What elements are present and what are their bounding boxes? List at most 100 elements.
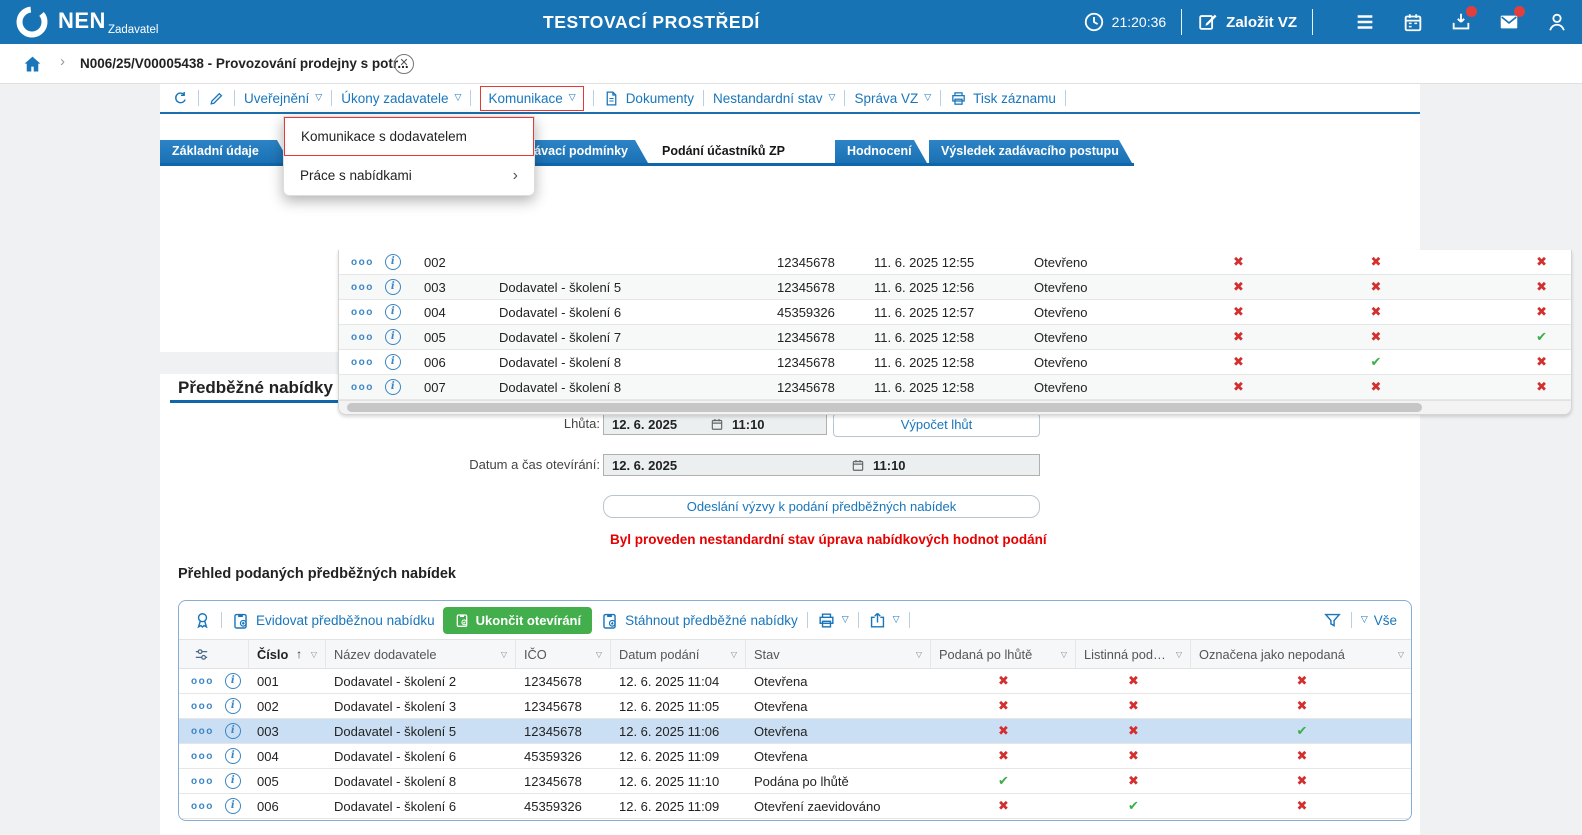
row-menu-icon[interactable]: ooo — [351, 307, 374, 318]
filter-chevron-icon[interactable]: ▽ — [1061, 650, 1067, 659]
inbox-button[interactable] — [1450, 11, 1472, 33]
tab-hodnocen-[interactable]: Hodnocení — [835, 140, 927, 163]
cell-status: Otevřena — [746, 724, 931, 739]
filter-button[interactable] — [1323, 611, 1342, 630]
lhuta-input[interactable]: 12. 6. 2025 11:10 — [603, 413, 827, 435]
info-icon[interactable]: i — [225, 673, 241, 689]
row-menu-icon[interactable]: ooo — [351, 382, 374, 393]
table-row[interactable]: oooi001Dodavatel - školení 21234567812. … — [179, 669, 1411, 694]
award-button[interactable] — [193, 611, 212, 630]
calendar-icon[interactable] — [851, 458, 865, 472]
lhuta-time-value[interactable]: 11:10 — [724, 417, 765, 432]
filter-chevron-icon[interactable]: ▽ — [1398, 650, 1404, 659]
row-menu-icon[interactable]: ooo — [191, 701, 214, 712]
edit-record-button[interactable] — [208, 90, 225, 107]
table-row[interactable]: oooi0021234567811. 6. 2025 12:55Otevřeno… — [339, 250, 1571, 275]
toolbar-item--kony-zadavatele[interactable]: Úkony zadavatele▽ — [341, 91, 461, 106]
column-header--slo[interactable]: Číslo↑▽ — [249, 640, 326, 668]
filter-chevron-icon[interactable]: ▽ — [916, 650, 922, 659]
calendar-icon[interactable] — [710, 417, 724, 431]
row-menu-icon[interactable]: ooo — [351, 257, 374, 268]
evidovat-nabidku-button[interactable]: Evidovat předběžnou nabídku — [231, 611, 435, 630]
toolbar-item-tisk-z-znamu[interactable]: Tisk záznamu — [950, 90, 1056, 107]
filter-chevron-icon[interactable]: ▽ — [501, 650, 507, 659]
menu-item-prace-s-nabidkami[interactable]: Práce s nabídkami › — [284, 156, 534, 195]
toolbar-item-komunikace[interactable]: Komunikace▽ — [480, 86, 583, 111]
info-icon[interactable]: i — [225, 748, 241, 764]
table-row[interactable]: oooi004Dodavatel - školení 64535932612. … — [179, 744, 1411, 769]
tab-pod-n-astn-k-zp[interactable]: Podání účastníků ZP — [650, 140, 833, 163]
table-row[interactable]: oooi005Dodavatel - školení 81234567812. … — [179, 769, 1411, 794]
info-icon[interactable]: i — [225, 773, 241, 789]
column-header-i-o[interactable]: IČO▽ — [516, 640, 611, 668]
row-menu-icon[interactable]: ooo — [191, 751, 214, 762]
column-header-podan-po-lh-t-[interactable]: Podaná po lhůtě▽ — [931, 640, 1076, 668]
toolbar-item-spr-va-vz[interactable]: Správa VZ▽ — [854, 91, 931, 106]
info-icon[interactable]: i — [225, 723, 241, 739]
info-icon[interactable]: i — [385, 329, 401, 345]
lhuta-date-value[interactable]: 12. 6. 2025 — [604, 417, 710, 432]
user-profile-button[interactable] — [1546, 11, 1568, 33]
toolbar-item-uve-ejn-n-[interactable]: Uveřejnění▽ — [244, 91, 322, 106]
table-row[interactable]: oooi006Dodavatel - školení 64535932612. … — [179, 794, 1411, 819]
row-menu-icon[interactable]: ooo — [191, 801, 214, 812]
scrollbar-thumb[interactable] — [347, 403, 1422, 412]
table-row[interactable]: oooi006Dodavatel - školení 81234567811. … — [339, 350, 1571, 375]
table-row[interactable]: oooi002Dodavatel - školení 31234567812. … — [179, 694, 1411, 719]
breadcrumb-item[interactable]: N006/25/V00005438 - Provozování prodejny… — [80, 56, 409, 71]
row-menu-icon[interactable]: ooo — [351, 332, 374, 343]
toolbar-item-dokumenty[interactable]: Dokumenty — [603, 90, 694, 107]
datum-date-value[interactable]: 12. 6. 2025 — [604, 458, 851, 473]
table-row[interactable]: oooi004Dodavatel - školení 64535932611. … — [339, 300, 1571, 325]
table-row[interactable]: oooi005Dodavatel - školení 71234567811. … — [339, 325, 1571, 350]
close-record-icon[interactable]: ✕ — [394, 54, 414, 74]
messages-button[interactable] — [1498, 11, 1520, 33]
ukoncit-oteviran-button[interactable]: Ukončit otevírání — [443, 607, 592, 634]
view-all-selector[interactable]: ▽ Vše — [1361, 613, 1397, 628]
toolbar-item-nestandardn-stav[interactable]: Nestandardní stav▽ — [713, 91, 835, 106]
stahnout-nabidky-button[interactable]: Stáhnout předběžné nabídky — [600, 611, 798, 630]
column-chooser-button[interactable] — [179, 640, 249, 668]
create-vz-button[interactable]: Založit VZ — [1197, 11, 1297, 33]
info-icon[interactable]: i — [385, 354, 401, 370]
info-icon[interactable]: i — [385, 254, 401, 270]
horizontal-scrollbar[interactable] — [339, 400, 1571, 414]
row-menu-icon[interactable]: ooo — [191, 776, 214, 787]
menu-item-komunikace-s-dodavatelem[interactable]: Komunikace s dodavatelem — [284, 117, 534, 156]
nen-logo[interactable]: NEN Zadavatel — [14, 4, 158, 40]
info-icon[interactable]: i — [385, 279, 401, 295]
column-header-listinn-podoba[interactable]: Listinná podoba▽ — [1076, 640, 1191, 668]
filter-chevron-icon[interactable]: ▽ — [1176, 650, 1182, 659]
row-menu-icon[interactable]: ooo — [191, 726, 214, 737]
row-menu-icon[interactable]: ooo — [351, 282, 374, 293]
column-header-n-zev-dodavatele[interactable]: Název dodavatele▽ — [326, 640, 516, 668]
datum-time-value[interactable]: 11:10 — [865, 458, 906, 473]
table-row[interactable]: oooi003Dodavatel - školení 51234567812. … — [179, 719, 1411, 744]
refresh-button[interactable] — [172, 90, 189, 107]
column-header-ozna-ena-jako-nepodan-[interactable]: Označena jako nepodaná▽ — [1191, 640, 1412, 668]
filter-chevron-icon[interactable]: ▽ — [731, 650, 737, 659]
main-menu-button[interactable] — [1354, 11, 1376, 33]
cell-num: 004 — [249, 749, 326, 764]
column-header-stav[interactable]: Stav▽ — [746, 640, 931, 668]
datum-oteviran-input[interactable]: 12. 6. 2025 11:10 — [603, 454, 1040, 476]
table-row[interactable]: oooi007Dodavatel - školení 81234567811. … — [339, 375, 1571, 400]
info-icon[interactable]: i — [225, 698, 241, 714]
tab-v-sledek-zad-vac-ho-postupu[interactable]: Výsledek zadávacího postupu — [929, 140, 1132, 163]
tab-z-kladn-daje[interactable]: Základní údaje — [160, 140, 290, 163]
row-menu-icon[interactable]: ooo — [351, 357, 374, 368]
info-icon[interactable]: i — [385, 304, 401, 320]
info-icon[interactable]: i — [385, 379, 401, 395]
info-icon[interactable]: i — [225, 798, 241, 814]
export-button[interactable]: ▽ — [868, 611, 900, 630]
filter-chevron-icon[interactable]: ▽ — [311, 650, 317, 659]
odeslani-vyzvy-button[interactable]: Odeslání výzvy k podání předběžných nabí… — [603, 495, 1040, 518]
calendar-button[interactable] — [1402, 11, 1424, 33]
column-header-datum-pod-n-[interactable]: Datum podání▽ — [611, 640, 746, 668]
print-button[interactable]: ▽ — [817, 611, 849, 630]
filter-chevron-icon[interactable]: ▽ — [596, 650, 602, 659]
home-icon[interactable] — [22, 54, 43, 75]
vypocet-lhut-button[interactable]: Výpočet lhůt — [833, 413, 1040, 437]
row-menu-icon[interactable]: ooo — [191, 676, 214, 687]
table-row[interactable]: oooi003Dodavatel - školení 51234567811. … — [339, 275, 1571, 300]
